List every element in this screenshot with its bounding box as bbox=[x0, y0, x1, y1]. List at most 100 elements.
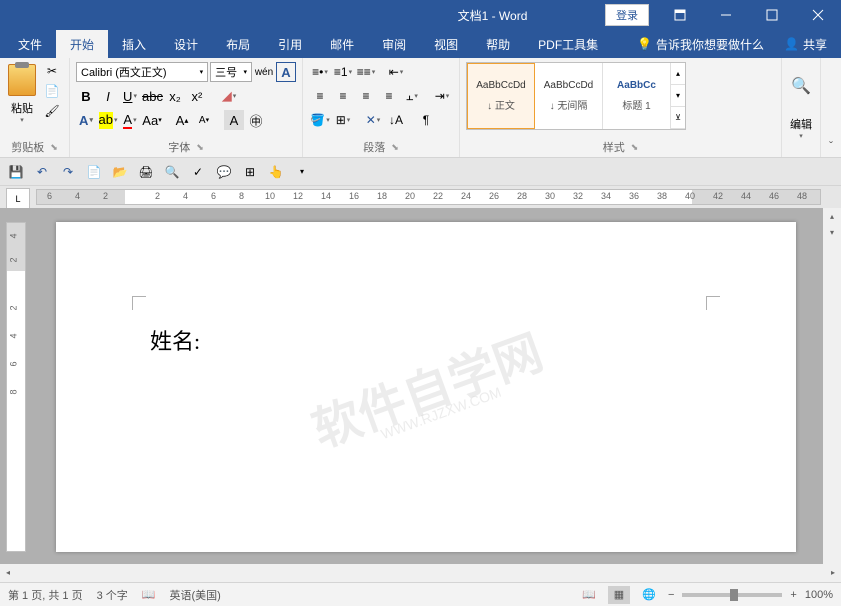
align-justify-button[interactable]: ≡ bbox=[378, 86, 400, 106]
character-border-icon[interactable]: A bbox=[276, 62, 296, 82]
shading-button[interactable]: 🪣 bbox=[309, 110, 331, 130]
read-mode-icon[interactable]: 📖 bbox=[578, 586, 600, 604]
decrease-indent-button[interactable]: ⇤ bbox=[385, 62, 407, 82]
zoom-slider[interactable] bbox=[682, 593, 782, 597]
asian-layout-button[interactable]: ✕ bbox=[362, 110, 384, 130]
enclose-characters-icon[interactable]: ㊥ bbox=[246, 110, 266, 130]
horizontal-ruler[interactable]: 6 4 2 2 4 6 8 10 12 14 16 18 20 22 24 26… bbox=[36, 189, 821, 205]
clear-formatting-icon[interactable]: ◢ bbox=[219, 86, 239, 106]
style-no-spacing[interactable]: AaBbCcDd ↓ 无间隔 bbox=[535, 63, 603, 129]
tab-home[interactable]: 开始 bbox=[56, 30, 108, 58]
spelling-icon[interactable]: ✓ bbox=[188, 162, 208, 182]
scroll-down-icon[interactable]: ▾ bbox=[823, 224, 841, 240]
style-normal[interactable]: AaBbCcDd ↓ 正文 bbox=[467, 63, 535, 129]
text-effects-button[interactable]: A bbox=[76, 110, 96, 130]
multilevel-list-button[interactable]: ≡≡ bbox=[355, 62, 377, 82]
styles-launcher[interactable]: ⬊ bbox=[631, 142, 639, 153]
tab-help[interactable]: 帮助 bbox=[472, 30, 524, 58]
insert-comment-icon[interactable]: 💬 bbox=[214, 162, 234, 182]
collapse-ribbon-icon[interactable]: ˇ bbox=[821, 58, 841, 157]
format-painter-icon[interactable]: 🖌 bbox=[42, 102, 62, 120]
styles-scroll-down-icon[interactable]: ▾ bbox=[671, 85, 685, 107]
font-launcher[interactable]: ⬊ bbox=[196, 142, 204, 153]
phonetic-guide-icon[interactable]: wén bbox=[254, 62, 274, 82]
edit-group-label[interactable]: 编辑 bbox=[790, 116, 812, 132]
scroll-up-icon[interactable]: ▴ bbox=[823, 208, 841, 224]
vertical-scrollbar[interactable]: ▴ ▾ bbox=[823, 208, 841, 564]
login-button[interactable]: 登录 bbox=[605, 4, 649, 26]
scroll-left-icon[interactable]: ◂ bbox=[0, 564, 16, 580]
tab-selector[interactable]: L bbox=[6, 188, 30, 210]
style-heading-1[interactable]: AaBbCc 标题 1 bbox=[603, 63, 671, 129]
save-icon[interactable]: 💾 bbox=[6, 162, 26, 182]
bold-button[interactable]: B bbox=[76, 86, 96, 106]
styles-expand-icon[interactable]: ⊻ bbox=[671, 107, 685, 129]
zoom-out-button[interactable]: − bbox=[668, 589, 674, 601]
strikethrough-button[interactable]: abc bbox=[142, 86, 163, 106]
tab-file[interactable]: 文件 bbox=[4, 30, 56, 58]
qat-customize-icon[interactable]: ▾ bbox=[292, 162, 312, 182]
font-color-button[interactable]: A bbox=[120, 110, 140, 130]
open-icon[interactable]: 📂 bbox=[110, 162, 130, 182]
tab-view[interactable]: 视图 bbox=[420, 30, 472, 58]
character-shading-icon[interactable]: A bbox=[224, 110, 244, 130]
find-icon[interactable]: 🔍 bbox=[791, 76, 811, 96]
zoom-level[interactable]: 100% bbox=[805, 589, 833, 601]
align-distribute-button[interactable]: ⫠ bbox=[401, 86, 423, 106]
undo-icon[interactable]: ↶ bbox=[32, 162, 52, 182]
underline-button[interactable]: U bbox=[120, 86, 140, 106]
quick-print-icon[interactable]: 🖨 bbox=[136, 162, 156, 182]
copy-icon[interactable]: 📄 bbox=[42, 82, 62, 100]
clipboard-launcher[interactable]: ⬊ bbox=[50, 142, 58, 153]
web-layout-icon[interactable]: 🌐 bbox=[638, 586, 660, 604]
tab-pdf-tools[interactable]: PDF工具集 bbox=[524, 30, 612, 58]
document-text[interactable]: 姓名: bbox=[150, 324, 200, 356]
align-right-button[interactable]: ≡ bbox=[355, 86, 377, 106]
styles-gallery[interactable]: AaBbCcDd ↓ 正文 AaBbCcDd ↓ 无间隔 AaBbCc 标题 1… bbox=[466, 62, 686, 130]
sort-button[interactable]: ↓A bbox=[385, 110, 407, 130]
align-center-button[interactable]: ≡ bbox=[332, 86, 354, 106]
document-page[interactable]: 姓名: 软件自学网 WWW.RJZXW.COM bbox=[56, 222, 796, 552]
grow-font-button[interactable]: A▴ bbox=[172, 110, 192, 130]
print-preview-icon[interactable]: 🔍 bbox=[162, 162, 182, 182]
close-icon[interactable] bbox=[795, 0, 841, 30]
tab-mailings[interactable]: 邮件 bbox=[316, 30, 368, 58]
print-layout-icon[interactable]: ▦ bbox=[608, 586, 630, 604]
show-paragraph-marks-button[interactable]: ¶ bbox=[415, 110, 437, 130]
zoom-in-button[interactable]: + bbox=[790, 589, 796, 601]
horizontal-scrollbar[interactable]: ◂ ▸ bbox=[0, 564, 841, 582]
align-left-button[interactable]: ≡ bbox=[309, 86, 331, 106]
styles-scroll-up-icon[interactable]: ▴ bbox=[671, 63, 685, 85]
tab-design[interactable]: 设计 bbox=[160, 30, 212, 58]
shrink-font-button[interactable]: A▾ bbox=[194, 110, 214, 130]
highlight-button[interactable]: ab bbox=[98, 110, 118, 130]
tab-review[interactable]: 审阅 bbox=[368, 30, 420, 58]
maximize-icon[interactable] bbox=[749, 0, 795, 30]
minimize-icon[interactable] bbox=[703, 0, 749, 30]
numbering-button[interactable]: ≡1 bbox=[332, 62, 354, 82]
tell-me-search[interactable]: 💡 告诉我你想要做什么 bbox=[627, 36, 774, 53]
bullets-button[interactable]: ≡• bbox=[309, 62, 331, 82]
font-name-combo[interactable]: Calibri (西文正文)▾ bbox=[76, 62, 208, 82]
tab-references[interactable]: 引用 bbox=[264, 30, 316, 58]
touch-mode-icon[interactable]: 👆 bbox=[266, 162, 286, 182]
spelling-status-icon[interactable]: 📖 bbox=[142, 588, 156, 601]
new-doc-icon[interactable]: 📄 bbox=[84, 162, 104, 182]
superscript-button[interactable]: x² bbox=[187, 86, 207, 106]
borders-button[interactable]: ⊞ bbox=[332, 110, 354, 130]
change-case-button[interactable]: Aa▾ bbox=[142, 110, 162, 130]
paragraph-launcher[interactable]: ⬊ bbox=[391, 142, 399, 153]
increase-indent-button[interactable]: ⇥ bbox=[431, 86, 453, 106]
paste-button[interactable]: 粘贴 ▾ bbox=[6, 62, 38, 126]
scroll-right-icon[interactable]: ▸ bbox=[825, 564, 841, 580]
share-button[interactable]: 👤 共享 bbox=[774, 36, 837, 53]
redo-icon[interactable]: ↷ bbox=[58, 162, 78, 182]
font-size-combo[interactable]: 三号▾ bbox=[210, 62, 252, 82]
cut-icon[interactable]: ✂ bbox=[42, 62, 62, 80]
subscript-button[interactable]: x₂ bbox=[165, 86, 185, 106]
tab-layout[interactable]: 布局 bbox=[212, 30, 264, 58]
vertical-ruler[interactable]: 4 2 2 4 6 8 bbox=[6, 222, 26, 552]
tab-insert[interactable]: 插入 bbox=[108, 30, 160, 58]
draw-table-icon[interactable]: ⊞ bbox=[240, 162, 260, 182]
italic-button[interactable]: I bbox=[98, 86, 118, 106]
